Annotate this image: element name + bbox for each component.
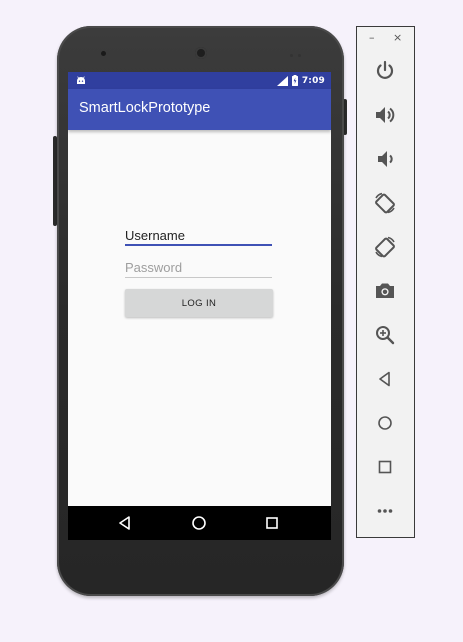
more-icon[interactable] [373, 499, 397, 523]
rotate-right-icon[interactable] [373, 235, 397, 259]
password-underline [125, 277, 272, 278]
light-sensor [298, 54, 301, 57]
app-title: SmartLockPrototype [79, 100, 211, 116]
password-field[interactable]: Password [125, 258, 272, 278]
power-icon[interactable] [373, 59, 397, 83]
device-screen: 7:09 SmartLockPrototype Username Passwor… [68, 72, 331, 540]
camera-icon[interactable] [373, 279, 397, 303]
navigation-bar [68, 506, 331, 540]
minimize-button[interactable]: – [369, 31, 375, 44]
rotate-left-icon[interactable] [373, 191, 397, 215]
close-button[interactable]: × [393, 31, 402, 44]
toolbar-window-controls: – × [357, 31, 414, 45]
back-icon[interactable] [373, 367, 397, 391]
status-bar: 7:09 [68, 72, 331, 89]
android-notification-icon [77, 76, 85, 84]
home-icon[interactable] [373, 411, 397, 435]
battery-icon [291, 75, 298, 86]
overview-icon[interactable] [373, 455, 397, 479]
front-camera-icon [101, 51, 106, 56]
zoom-icon[interactable] [373, 323, 397, 347]
signal-icon [276, 75, 288, 86]
back-icon[interactable] [116, 514, 134, 532]
home-icon[interactable] [190, 514, 208, 532]
username-underline [125, 244, 272, 246]
recents-icon[interactable] [263, 514, 281, 532]
password-placeholder: Password [125, 260, 183, 275]
emulator-toolbar: – × [356, 26, 415, 538]
earpiece-speaker [195, 47, 207, 59]
app-bar: SmartLockPrototype [68, 89, 331, 130]
proximity-sensor [290, 54, 293, 57]
volume-up-icon[interactable] [373, 103, 397, 127]
volume-down-icon[interactable] [373, 147, 397, 171]
username-field[interactable]: Username [125, 226, 272, 246]
login-button[interactable]: LOG IN [125, 289, 273, 317]
username-input-text: Username [125, 228, 185, 243]
status-time: 7:09 [301, 75, 325, 86]
